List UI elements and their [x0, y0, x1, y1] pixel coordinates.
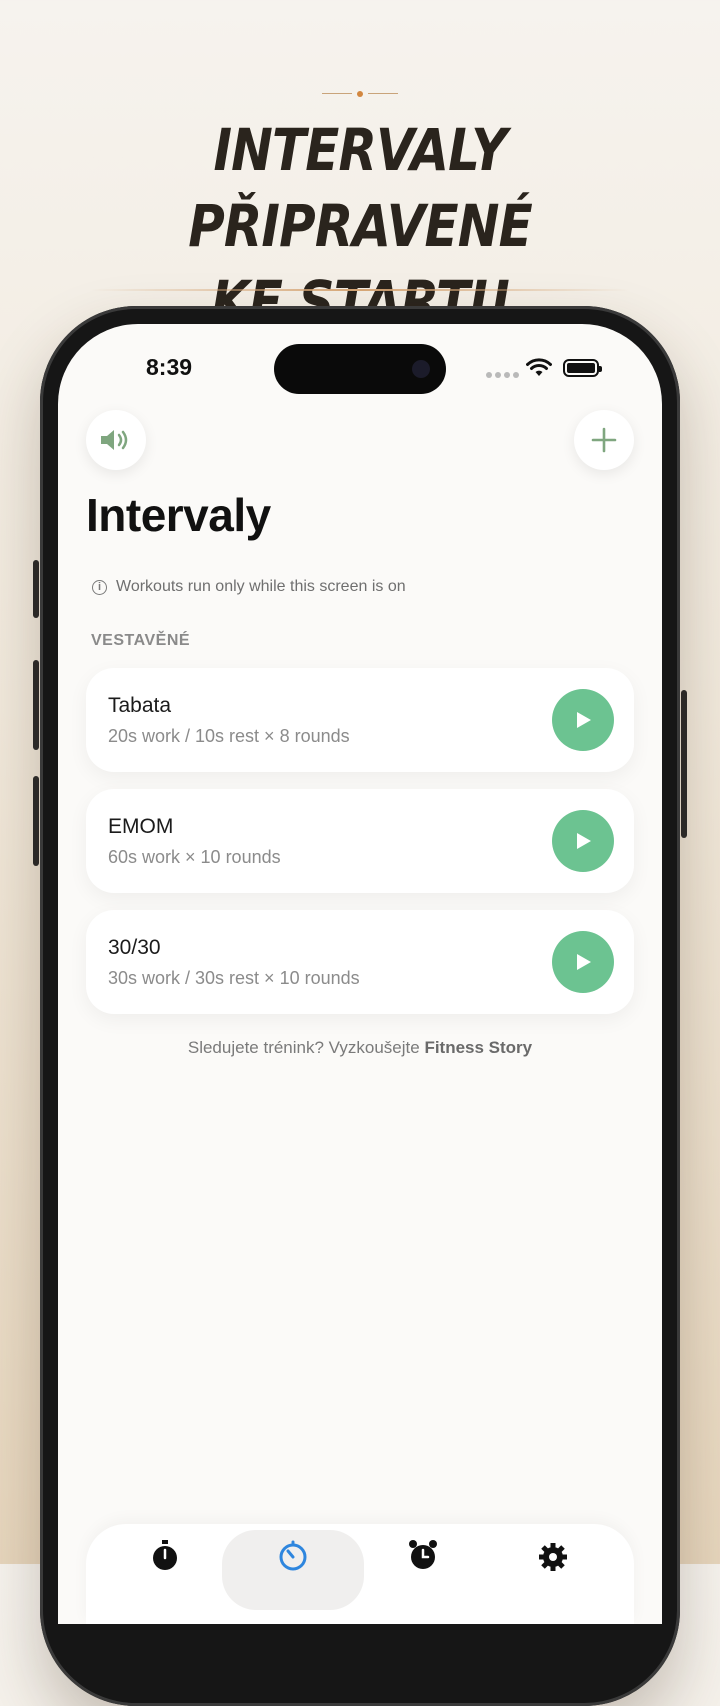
workout-card-emom[interactable]: EMOM 60s work × 10 rounds — [86, 789, 634, 893]
headline-ornament — [322, 88, 398, 100]
add-interval-button[interactable] — [574, 410, 634, 470]
workout-name: EMOM — [108, 815, 174, 838]
workout-card-tabata[interactable]: Tabata 20s work / 10s rest × 8 rounds — [86, 668, 634, 772]
gear-icon[interactable] — [536, 1538, 570, 1572]
play-button[interactable] — [552, 931, 614, 993]
phone-action-button — [33, 560, 39, 618]
workout-description: 30s work / 30s rest × 10 rounds — [108, 968, 360, 988]
speaker-icon — [101, 430, 128, 450]
play-button[interactable] — [552, 810, 614, 872]
app-screen: 8:39 Intervaly i Workouts run only while… — [58, 324, 662, 1624]
footer-prefix: Sledujete trénink? Vyzkoušejte — [187, 1038, 425, 1057]
sound-toggle-button[interactable] — [86, 410, 146, 470]
timer-icon[interactable] — [276, 1538, 310, 1572]
workout-description: 60s work × 10 rounds — [108, 847, 281, 867]
status-time: 8:39 — [146, 354, 193, 380]
alarm-icon[interactable] — [406, 1538, 440, 1572]
phone-power-button — [681, 690, 687, 838]
battery-icon — [563, 359, 602, 377]
play-button[interactable] — [552, 689, 614, 751]
phone-volume-down — [33, 776, 39, 866]
plus-icon — [591, 427, 617, 453]
promo-headline-line1: INTERVALY PŘIPRAVENÉ — [188, 116, 532, 260]
workout-card-30-30[interactable]: 30/30 30s work / 30s rest × 10 rounds — [86, 910, 634, 1014]
info-icon: i — [92, 579, 107, 595]
play-icon — [577, 833, 591, 849]
phone-volume-up — [33, 660, 39, 750]
tab-bar — [86, 1524, 634, 1624]
play-icon — [577, 712, 591, 728]
workout-name: Tabata — [108, 694, 172, 717]
fitness-story-link[interactable]: Fitness Story — [424, 1038, 532, 1057]
page-title: Intervaly — [86, 489, 271, 541]
workout-name: 30/30 — [108, 936, 161, 959]
workout-description: 20s work / 10s rest × 8 rounds — [108, 726, 350, 746]
signal-icon — [486, 372, 519, 378]
play-icon — [577, 954, 591, 970]
fitness-story-promo: Sledujete trénink? Vyzkoušejte Fitness S… — [58, 1038, 662, 1058]
dynamic-island — [274, 344, 446, 394]
screen-on-notice: i Workouts run only while this screen is… — [92, 578, 406, 596]
stopwatch-icon[interactable] — [148, 1538, 182, 1572]
wifi-icon — [526, 358, 552, 376]
headline-divider — [90, 289, 630, 291]
section-label: VESTAVĚNÉ — [91, 632, 191, 649]
notice-text: Workouts run only while this screen is o… — [116, 578, 406, 595]
